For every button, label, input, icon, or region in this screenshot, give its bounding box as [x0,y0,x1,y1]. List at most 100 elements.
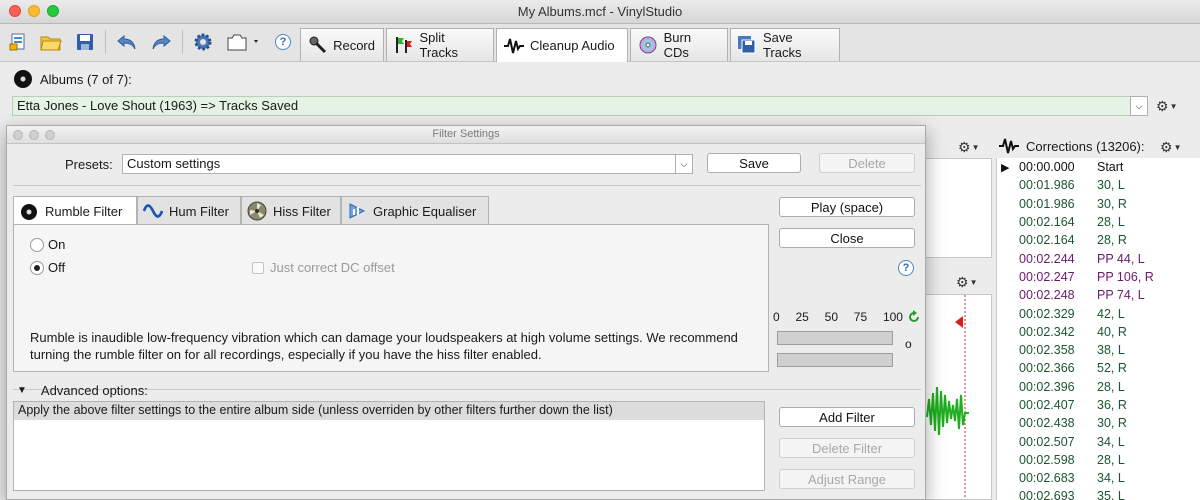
undo-icon[interactable] [114,30,140,54]
waveform-icon [503,35,525,57]
open-folder-icon[interactable] [38,30,64,54]
albums-header: Albums (7 of 7): [14,70,132,88]
waveform-settings-gear-icon[interactable]: ⚙ ▼ [956,273,977,291]
tab-cleanup-audio[interactable]: Cleanup Audio [496,28,628,62]
panel-settings-gear-icon[interactable]: ⚙ ▼ [958,138,979,156]
subtab-hum-filter[interactable]: Hum Filter [137,196,241,225]
corrections-list[interactable]: ▶ 00:00.000 Start 00:01.986 30, L 00:01.986 30… [996,158,1200,500]
correction-row[interactable]: 00:02.244 PP 44, L [997,249,1200,267]
correction-value: 36, R [1097,398,1127,412]
subtab-hum-filter-label: Hum Filter [169,203,229,219]
delete-preset-button[interactable]: Delete [819,153,915,173]
equaliser-icon [347,201,367,221]
adjust-range-button[interactable]: Adjust Range [779,469,915,489]
correction-row[interactable]: 00:02.693 35, L [997,487,1200,500]
correction-row[interactable]: 00:02.358 38, L [997,341,1200,359]
tab-cleanup-audio-label: Cleanup Audio [530,38,615,53]
save-preset-button[interactable]: Save [707,153,801,173]
correction-value: 30, R [1097,196,1127,211]
play-button[interactable]: Play (space) [779,197,915,217]
correction-row[interactable]: 00:02.683 34, L [997,469,1200,487]
tab-burn-cds[interactable]: Burn CDs [630,28,728,61]
subtab-hiss-filter-label: Hiss Filter [273,203,331,219]
meter-scale: 0 25 50 75 100 [773,310,903,324]
rumble-on-radio[interactable]: On [30,237,65,252]
chevron-down-icon[interactable]: ⌵ [1130,96,1148,116]
correction-row[interactable]: 00:01.986 30, R [997,195,1200,213]
correction-time: 00:02.407 [1019,398,1075,412]
add-filter-button[interactable]: Add Filter [779,407,915,427]
presets-select[interactable]: Custom settings ⌵ [122,154,693,174]
chevron-down-icon[interactable]: ⌵ [675,154,693,174]
correction-row[interactable]: 00:02.247 PP 106, R [997,268,1200,286]
new-document-icon[interactable] [6,30,32,54]
tab-split-tracks-label: Split Tracks [419,30,458,60]
delete-filter-button[interactable]: Delete Filter [779,438,915,458]
correction-time: 00:02.244 [1019,251,1075,266]
correction-row[interactable]: 00:02.507 34, L [997,432,1200,450]
help-icon[interactable]: ? [898,260,914,276]
corrections-settings-gear-icon[interactable]: ⚙ ▼ [1160,138,1181,156]
divider [13,389,921,390]
correction-value: 34, L [1097,434,1125,449]
correction-row[interactable]: 00:02.329 42, L [997,304,1200,322]
correction-value: PP 106, R [1097,269,1154,284]
correction-time: 00:02.358 [1019,343,1075,358]
window-menu-icon[interactable] [224,30,264,54]
correction-row[interactable]: 00:02.438 30, R [997,414,1200,432]
advanced-options-toggle[interactable]: ▼ Advanced options: [17,383,148,398]
correction-value: 35, L [1097,489,1125,500]
correction-row[interactable]: 00:02.248 PP 74, L [997,286,1200,304]
correction-row[interactable]: 00:02.396 28, L [997,378,1200,396]
correction-value: 42, L [1097,306,1125,321]
correction-value: 40, R [1097,324,1127,339]
albums-label: Albums (7 of 7): [40,71,132,87]
subtab-graphic-equaliser[interactable]: Graphic Equaliser [341,196,489,225]
subtab-hiss-filter[interactable]: Hiss Filter [241,196,341,225]
rumble-filter-panel: On Off Just correct DC offset Rumble is … [13,224,769,372]
meter-tick-50: 50 [824,310,838,324]
correction-value: Start [1097,160,1124,175]
correction-row[interactable]: 00:02.366 52, R [997,359,1200,377]
close-button[interactable]: Close [779,228,915,248]
albums-settings-gear-icon[interactable]: ⚙ ▼ [1156,97,1177,115]
help-button[interactable]: ? [270,30,296,54]
meter-mode-label[interactable]: o [905,337,912,351]
correction-time: 00:02.247 [1019,269,1075,284]
correction-time: 00:02.598 [1019,452,1075,467]
correction-time: 00:02.342 [1019,324,1075,339]
correction-value: 38, L [1097,343,1125,358]
redo-icon[interactable] [148,30,174,54]
dc-offset-checkbox[interactable]: Just correct DC offset [252,260,395,275]
meter-tick-100: 100 [882,310,903,324]
correction-time: 00:01.986 [1019,178,1075,193]
tab-save-tracks[interactable]: Save Tracks [730,28,840,61]
rumble-off-radio[interactable]: Off [30,260,65,275]
correction-row[interactable]: ▶ 00:00.000 Start [997,158,1200,176]
corrections-header: Corrections (13206): [998,136,1145,156]
main-toolbar: ? Record Split Tracks Cleanup Audio Burn… [0,24,1200,62]
waveform-view[interactable] [924,294,992,500]
correction-row[interactable]: 00:02.407 36, R [997,396,1200,414]
correction-row[interactable]: 00:02.598 28, L [997,451,1200,469]
save-tracks-icon [737,34,758,56]
correction-value: 34, L [1097,471,1125,486]
settings-gear-icon[interactable] [190,30,216,54]
subtab-rumble-filter[interactable]: Rumble Filter [13,196,137,226]
save-disk-icon[interactable] [72,30,98,54]
correction-row[interactable]: 00:02.164 28, L [997,213,1200,231]
tab-record[interactable]: Record [300,28,384,61]
album-select-value: Etta Jones - Love Shout (1963) => Tracks… [17,98,299,113]
correction-value: 28, R [1097,233,1127,248]
tab-split-tracks[interactable]: Split Tracks [386,28,494,61]
window-titlebar: My Albums.mcf - VinylStudio [0,0,1200,24]
correction-row[interactable]: 00:02.342 40, R [997,323,1200,341]
filter-list[interactable]: Apply the above filter settings to the e… [13,401,765,491]
left-level-meter [777,331,893,345]
filter-list-item[interactable]: Apply the above filter settings to the e… [14,402,764,420]
correction-row[interactable]: 00:02.164 28, R [997,231,1200,249]
correction-row[interactable]: 00:01.986 30, L [997,176,1200,194]
marker-icon [955,316,963,328]
album-select[interactable]: Etta Jones - Love Shout (1963) => Tracks… [12,96,1148,116]
reset-meter-icon[interactable] [907,310,921,324]
